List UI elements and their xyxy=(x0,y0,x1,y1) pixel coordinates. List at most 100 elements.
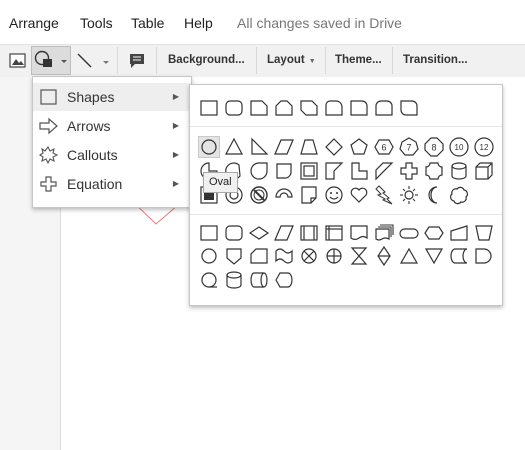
flowchart-preparation-icon[interactable] xyxy=(423,222,445,244)
flowchart-summing-junction-icon[interactable] xyxy=(298,245,320,267)
caret-down-icon: ▼ xyxy=(308,58,316,65)
cloud-icon[interactable] xyxy=(448,184,470,206)
menu-tools[interactable]: Tools xyxy=(80,15,113,31)
comment-icon[interactable] xyxy=(128,52,146,75)
l-shape-icon[interactable] xyxy=(348,160,370,182)
parallelogram-icon[interactable] xyxy=(273,136,295,158)
snip-same-side-rectangle-icon[interactable] xyxy=(273,97,295,119)
theme-button[interactable]: Theme... xyxy=(335,45,382,76)
menu-item-label: Equation xyxy=(67,176,123,192)
teardrop-icon[interactable] xyxy=(248,160,270,182)
flowchart-connector-icon[interactable] xyxy=(198,245,220,267)
save-status: All changes saved in Drive xyxy=(237,15,402,31)
no-symbol-icon[interactable] xyxy=(248,184,270,206)
oval-icon[interactable] xyxy=(198,136,220,158)
diamond-icon[interactable] xyxy=(323,136,345,158)
flowchart-manual-operation-icon[interactable] xyxy=(473,222,495,244)
flowchart-decision-icon[interactable] xyxy=(248,222,270,244)
layout-button[interactable]: Layout ▼ xyxy=(267,45,316,76)
octagon-icon[interactable]: 8 xyxy=(423,136,445,158)
menu-table[interactable]: Table xyxy=(131,15,164,31)
toolbar: Background... Layout ▼ Theme... Transitio… xyxy=(0,44,525,78)
flowchart-sequential-access-storage-icon[interactable] xyxy=(198,269,220,291)
hexagon-label: 6 xyxy=(381,143,386,153)
round-same-side-rectangle-icon[interactable] xyxy=(373,97,395,119)
menu-item-equation[interactable]: Equation ▶ xyxy=(33,170,191,198)
hexagon-icon[interactable]: 6 xyxy=(373,136,395,158)
folded-corner-icon[interactable] xyxy=(298,184,320,206)
right-triangle-icon[interactable] xyxy=(248,136,270,158)
triangle-icon[interactable] xyxy=(223,136,245,158)
flowchart-delay-icon[interactable] xyxy=(473,245,495,267)
flowchart-or-icon[interactable] xyxy=(323,245,345,267)
flowchart-punched-tape-icon[interactable] xyxy=(273,245,295,267)
shape-button[interactable] xyxy=(31,46,71,75)
half-frame-icon[interactable] xyxy=(273,160,295,182)
flowchart-collate-icon[interactable] xyxy=(348,245,370,267)
menu-bar: Arrange Tools Table Help All changes sav… xyxy=(0,0,525,44)
flowchart-display-icon[interactable] xyxy=(273,269,295,291)
can-icon[interactable] xyxy=(448,160,470,182)
menu-arrange[interactable]: Arrange xyxy=(9,15,59,31)
arrow-icon xyxy=(39,117,59,140)
menu-item-arrows[interactable]: Arrows ▶ xyxy=(33,112,191,140)
corner-icon[interactable] xyxy=(323,160,345,182)
flowchart-direct-access-storage-icon[interactable] xyxy=(248,269,270,291)
image-icon[interactable] xyxy=(9,53,27,74)
pentagon-icon[interactable] xyxy=(348,136,370,158)
submenu-arrow-icon: ▶ xyxy=(172,92,179,101)
trapezoid-icon[interactable] xyxy=(298,136,320,158)
rectangle-icon xyxy=(39,88,59,111)
menu-item-label: Callouts xyxy=(67,147,118,163)
round-diagonal-rectangle-icon[interactable] xyxy=(398,97,420,119)
submenu-arrow-icon: ▶ xyxy=(172,150,179,159)
rectangle-icon[interactable] xyxy=(198,97,220,119)
octagon-label: 8 xyxy=(431,143,436,153)
diagonal-stripe-icon[interactable] xyxy=(373,160,395,182)
round-snip-rectangle-icon[interactable] xyxy=(323,97,345,119)
flowchart-predefined-process-icon[interactable] xyxy=(298,222,320,244)
flowchart-internal-storage-icon[interactable] xyxy=(323,222,345,244)
lightning-bolt-icon[interactable] xyxy=(373,184,395,206)
flowchart-sort-icon[interactable] xyxy=(373,245,395,267)
flowchart-data-icon[interactable] xyxy=(273,222,295,244)
snip-diagonal-rectangle-icon[interactable] xyxy=(298,97,320,119)
flowchart-magnetic-disk-icon[interactable] xyxy=(223,269,245,291)
shapes-palette: 6 7 8 10 12 xyxy=(189,84,503,306)
moon-icon[interactable] xyxy=(423,184,445,206)
flowchart-stored-data-icon[interactable] xyxy=(448,245,470,267)
decagon-icon[interactable]: 10 xyxy=(448,136,470,158)
plaque-icon[interactable] xyxy=(423,160,445,182)
flowchart-offpage-connector-icon[interactable] xyxy=(223,245,245,267)
menu-item-label: Shapes xyxy=(67,89,115,105)
flowchart-process-icon[interactable] xyxy=(198,222,220,244)
flowchart-merge-icon[interactable] xyxy=(423,245,445,267)
rounded-rectangle-icon[interactable] xyxy=(223,97,245,119)
menu-item-shapes[interactable]: Shapes ▶ xyxy=(33,83,191,111)
snip-corner-rectangle-icon[interactable] xyxy=(248,97,270,119)
flowchart-alternate-process-icon[interactable] xyxy=(223,222,245,244)
dodecagon-icon[interactable]: 12 xyxy=(473,136,495,158)
background-button[interactable]: Background... xyxy=(168,45,245,76)
heart-icon[interactable] xyxy=(348,184,370,206)
transition-button[interactable]: Transition... xyxy=(403,45,468,76)
flowchart-multidocument-icon[interactable] xyxy=(373,222,395,244)
sun-icon[interactable] xyxy=(398,184,420,206)
smiley-face-icon[interactable] xyxy=(323,184,345,206)
heptagon-icon[interactable]: 7 xyxy=(398,136,420,158)
flowchart-document-icon[interactable] xyxy=(348,222,370,244)
flowchart-card-icon[interactable] xyxy=(248,245,270,267)
cross-icon[interactable] xyxy=(398,160,420,182)
frame-icon[interactable] xyxy=(298,160,320,182)
shape-menu: Shapes ▶ Arrows ▶ Callouts ▶ Equation ▶ xyxy=(32,76,192,208)
line-icon[interactable] xyxy=(76,52,112,75)
round-corner-rectangle-icon[interactable] xyxy=(348,97,370,119)
submenu-arrow-icon: ▶ xyxy=(172,179,179,188)
cube-icon[interactable] xyxy=(473,160,495,182)
menu-help[interactable]: Help xyxy=(184,15,213,31)
block-arc-icon[interactable] xyxy=(273,184,295,206)
menu-item-callouts[interactable]: Callouts ▶ xyxy=(33,141,191,169)
flowchart-terminator-icon[interactable] xyxy=(398,222,420,244)
flowchart-manual-input-icon[interactable] xyxy=(448,222,470,244)
flowchart-extract-icon[interactable] xyxy=(398,245,420,267)
